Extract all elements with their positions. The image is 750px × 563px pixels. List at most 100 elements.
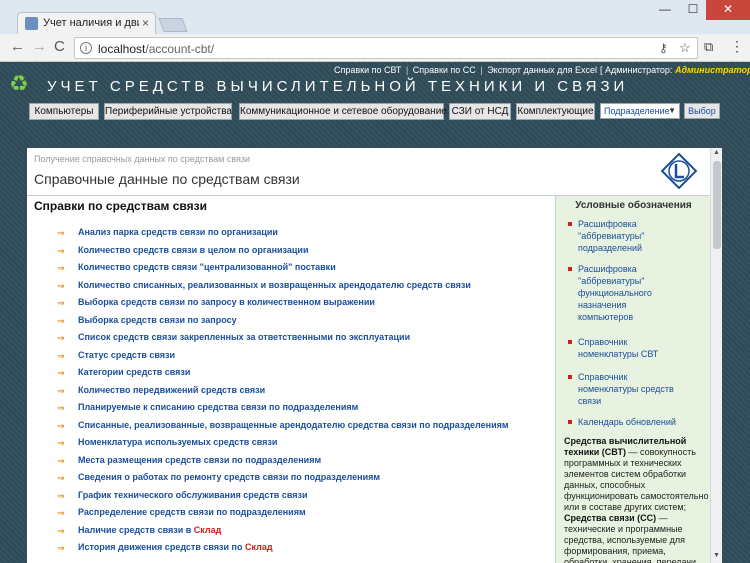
bullet-icon [568,420,572,424]
window-close-button[interactable]: ✕ [706,0,750,20]
report-link[interactable]: Количество средств связи в целом по орга… [78,245,309,255]
l-diamond-logo-icon [661,153,697,189]
breadcrumb: Получение справочных данных по средствам… [34,154,251,164]
tab-title: Учет наличия и движен [43,17,139,29]
url-path: /account-cbt/ [145,42,215,56]
bullet-icon [568,340,572,344]
report-link[interactable]: Наличие средств связи в Склад [78,525,221,535]
site-info-icon[interactable]: i [80,42,92,54]
reload-icon[interactable]: C [54,39,65,55]
content-scrollbar[interactable]: ▲ ▼ [710,148,722,563]
arrow-icon: ⇒ [57,385,65,396]
bullet-icon [568,222,572,226]
nav-components[interactable]: Комплектующие [516,103,595,120]
link-export-excel[interactable]: Экспорт данных для Excel [487,65,597,75]
report-link[interactable]: Выборка средств связи по запросу в колич… [78,297,375,307]
arrow-icon: ⇒ [57,350,65,361]
back-arrow-icon[interactable]: ← [10,39,25,55]
legend-link-ss-catalog[interactable]: Справочник номенклатуры средств связи [578,371,693,407]
arrow-icon: ⇒ [57,473,65,483]
nav-peripherals[interactable]: Периферийные устройства [104,103,232,120]
extension-icon[interactable]: ⧉ [704,39,713,55]
scroll-down-icon[interactable]: ▼ [713,552,720,559]
legend-link-department-abbr[interactable]: Расшифровка "аббревиатуры" подразделений [578,218,693,254]
select-button[interactable]: Выбор [684,103,720,119]
report-link[interactable]: Анализ парка средств связи по организаци… [78,227,278,237]
window-minimize-button[interactable]: — [652,0,678,20]
browser-titlebar: Учет наличия и движен × — ☐ ✕ [0,0,750,34]
legend-sidebar: Условные обозначения Расшифровка "аббреви… [555,196,710,563]
window-maximize-button[interactable]: ☐ [680,0,706,20]
report-link[interactable]: Распределение средств связи по подраздел… [78,507,306,517]
department-select[interactable]: Подразделение ▼ [600,103,680,119]
browser-tab[interactable]: Учет наличия и движен × [17,12,156,34]
scroll-up-icon[interactable]: ▲ [713,149,720,156]
nav-szi-nsd[interactable]: СЗИ от НСД [449,103,511,120]
reports-section: Справки по средствам связи ⇒ Анализ парка… [27,196,555,563]
report-link[interactable]: Категории средств связи [78,367,190,377]
nav-network-equipment[interactable]: Коммуникационное и сетевое оборудование [239,103,447,120]
arrow-icon: ⇒ [57,263,65,273]
key-icon[interactable]: ⚷ [659,41,668,55]
recycle-logo-icon: ♻ [9,71,29,96]
chevron-down-icon: ▼ [668,106,676,115]
browser-toolbar: ← → C i localhost/account-cbt/ ⚷ ☆ ⧉ ⋮ [0,34,750,62]
bookmark-star-icon[interactable]: ☆ [679,40,691,56]
arrow-icon: ⇒ [57,298,65,308]
arrow-icon: ⇒ [57,508,65,518]
report-link[interactable]: Выборка средств связи по запросу [78,315,237,325]
address-bar[interactable]: i localhost/account-cbt/ ⚷ ☆ [74,37,698,59]
report-link[interactable]: Список средств связи закрепленных за отв… [78,332,410,342]
report-link[interactable]: История движения средств связи по Склад [78,542,273,552]
report-link[interactable]: Статус средств связи [78,350,175,360]
legend-link-svt-catalog[interactable]: Справочник номенклатуры СВТ [578,336,693,360]
scroll-thumb[interactable] [713,161,721,249]
url-host: localhost [98,42,146,56]
legend-link-function-abbr[interactable]: Расшифровка "аббревиатуры" функционального… [578,263,693,323]
report-link[interactable]: Сведения о работах по ремонту средств св… [78,472,380,482]
section-title: Справки по средствам связи [34,199,207,213]
link-reports-ss[interactable]: Справки по СС [413,65,476,75]
report-link[interactable]: Номенклатура используемых средств связи [78,437,277,447]
header-links: Справки по СВТ | Справки по СС | Экспорт… [334,65,598,75]
page-title: Справочные данные по средствам связи [34,171,300,187]
legend-link-update-calendar[interactable]: Календарь обновлений [578,416,693,428]
app-title: УЧЕТ СРЕДСТВ ВЫЧИСЛИТЕЛЬНОЙ ТЕХНИКИ И СВ… [47,78,629,95]
browser-menu-icon[interactable]: ⋮ [730,38,744,55]
arrow-icon: ⇒ [57,525,65,536]
arrow-icon: ⇒ [57,490,65,501]
definitions-text: Средства вычислительной техники (СВТ) — … [564,436,709,563]
page-body: Справки по СВТ | Справки по СС | Экспорт… [0,62,750,563]
report-link[interactable]: Списанные, реализованные, возвращенные а… [78,420,509,430]
report-link[interactable]: Места размещения средств связи по подраз… [78,455,321,465]
main-nav: Компьютеры Периферийные устройства Комму… [0,100,750,122]
arrow-icon: ⇒ [57,543,65,553]
arrow-icon: ⇒ [57,315,65,326]
report-link[interactable]: Количество передвижений средств связи [78,385,265,395]
forward-arrow-icon[interactable]: → [32,39,47,55]
bullet-icon [568,267,572,271]
arrow-icon: ⇒ [57,245,65,256]
arrow-icon: ⇒ [57,280,65,291]
arrow-icon: ⇒ [57,420,65,431]
report-link[interactable]: График технического обслуживания средств… [78,490,308,500]
report-link[interactable]: Планируемые к списанию средства связи по… [78,402,358,412]
arrow-icon: ⇒ [57,368,65,378]
warehouse-highlight: Склад [193,524,222,535]
url-text[interactable]: localhost/account-cbt/ [98,42,214,56]
tab-close-icon[interactable]: × [142,16,149,30]
nav-computers[interactable]: Компьютеры [29,103,99,120]
admin-info: [ Администратор: Администратор ] [600,65,750,75]
admin-name[interactable]: Администратор [675,65,750,75]
page-favicon-icon [25,17,38,30]
warehouse-highlight: Склад [244,542,273,552]
bullet-icon [568,375,572,379]
arrow-icon: ⇒ [57,438,65,448]
arrow-icon: ⇒ [57,333,65,343]
legend-title: Условные обозначения [575,200,692,211]
report-link[interactable]: Количество средств связи "централизованн… [78,262,336,272]
new-tab-button[interactable] [158,18,188,32]
link-reports-svt[interactable]: Справки по СВТ [334,65,401,75]
report-link[interactable]: Количество списанных, реализованных и во… [78,280,471,290]
arrow-icon: ⇒ [57,228,65,238]
